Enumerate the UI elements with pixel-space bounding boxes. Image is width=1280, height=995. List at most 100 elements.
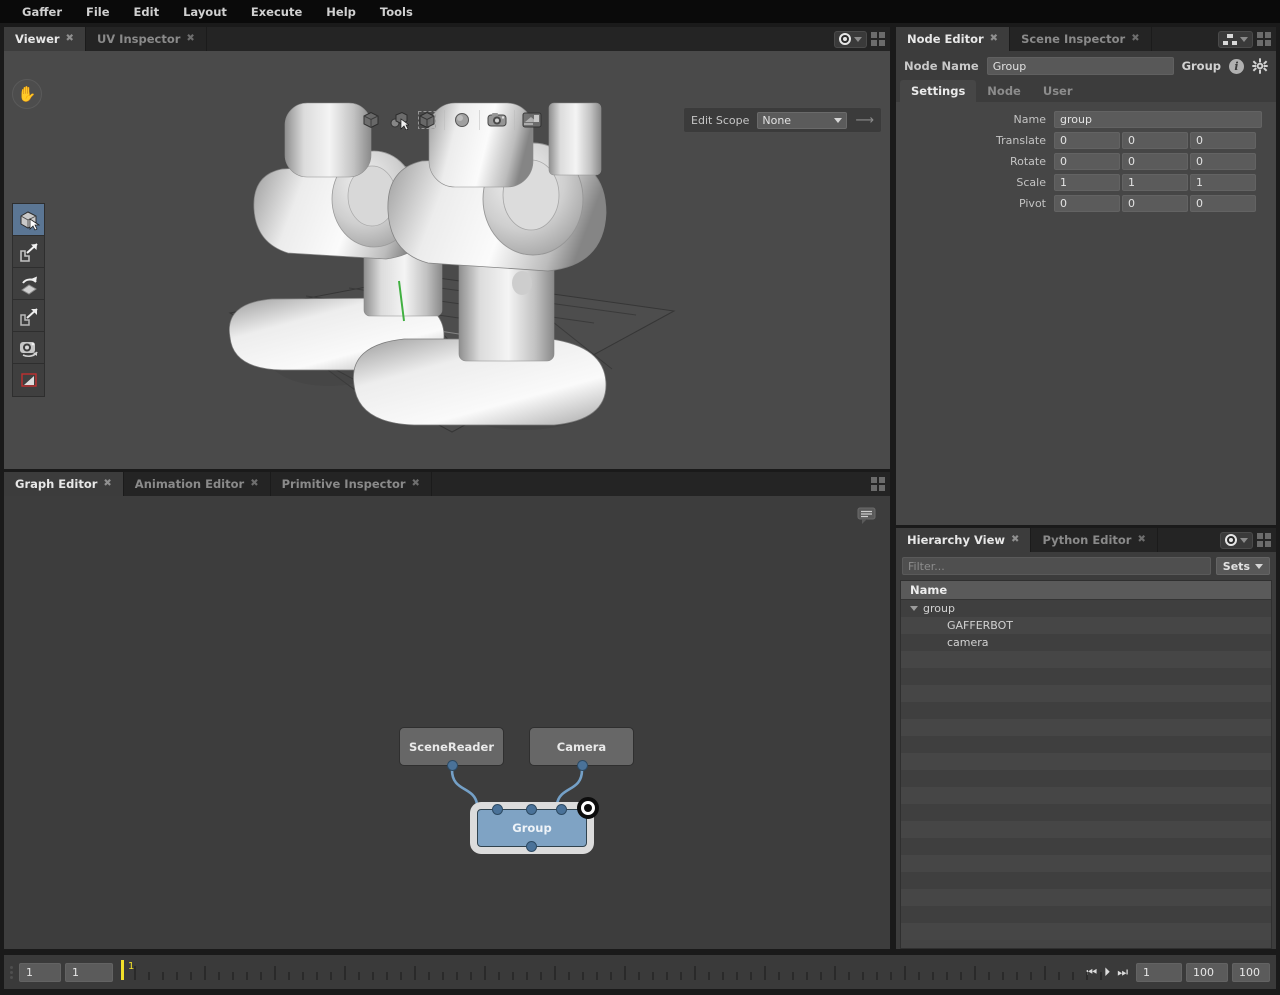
shading-mode-icon[interactable]: [357, 107, 385, 133]
tab-animation-editor[interactable]: Animation Editor ✖: [124, 472, 271, 496]
close-icon[interactable]: ✖: [66, 34, 74, 44]
menu-gaffer[interactable]: Gaffer: [10, 2, 74, 22]
param-input-pivot-z[interactable]: 0: [1190, 195, 1256, 212]
param-input-name[interactable]: group: [1054, 111, 1262, 128]
list-item-label: group: [923, 602, 955, 615]
node-group[interactable]: Group: [470, 802, 594, 854]
chevron-down-icon[interactable]: [1240, 538, 1248, 543]
frame-field[interactable]: 1: [1136, 963, 1182, 982]
node-input-plug-2[interactable]: [556, 804, 567, 815]
node-camera[interactable]: Camera: [529, 727, 634, 766]
layout-grid-icon[interactable]: [1257, 533, 1271, 547]
close-icon[interactable]: ✖: [412, 479, 420, 489]
filter-input[interactable]: Filter...: [902, 557, 1211, 575]
close-icon[interactable]: ✖: [1011, 535, 1019, 545]
lighting-icon[interactable]: [448, 107, 476, 133]
crop-window-tool-icon[interactable]: [13, 364, 44, 396]
param-input-rotate-z[interactable]: 0: [1190, 153, 1256, 170]
end-frame-field[interactable]: 100: [1186, 963, 1228, 982]
bound-display-icon[interactable]: [413, 107, 441, 133]
arrow-right-icon[interactable]: ⟶: [855, 113, 874, 128]
close-icon[interactable]: ✖: [250, 479, 258, 489]
wireframe-overlay-icon[interactable]: [385, 107, 413, 133]
menu-execute[interactable]: Execute: [239, 2, 314, 22]
nodeset-selector-button[interactable]: [834, 31, 867, 48]
subtab-node[interactable]: Node: [976, 80, 1032, 102]
tab-viewer[interactable]: Viewer ✖: [4, 27, 86, 51]
rotate-tool-icon[interactable]: [13, 268, 44, 300]
tab-animation-editor-label: Animation Editor: [135, 477, 244, 491]
tab-primitive-inspector[interactable]: Primitive Inspector ✖: [271, 472, 432, 496]
layout-grid-icon[interactable]: [1257, 32, 1271, 46]
param-input-scale-x[interactable]: 1: [1054, 174, 1120, 191]
chevron-down-icon[interactable]: [910, 606, 918, 611]
param-input-pivot-x[interactable]: 0: [1054, 195, 1120, 212]
param-input-pivot-y[interactable]: 0: [1122, 195, 1188, 212]
layout-grid-icon[interactable]: [871, 32, 885, 46]
chevron-down-icon[interactable]: [854, 37, 862, 42]
list-item[interactable]: GAFFERBOT: [901, 617, 1271, 634]
close-icon[interactable]: ✖: [990, 34, 998, 44]
info-icon[interactable]: i: [1229, 59, 1244, 74]
menu-file[interactable]: File: [74, 2, 122, 22]
timeline-ruler[interactable]: 1: [121, 958, 1078, 986]
layout-grid-icon[interactable]: [871, 477, 885, 491]
annotation-bubble-icon[interactable]: [857, 506, 876, 528]
target-icon: [1225, 534, 1237, 546]
gear-icon[interactable]: [1252, 58, 1268, 74]
param-input-translate-z[interactable]: 0: [1190, 132, 1256, 149]
hierarchy-filter-row: Filter... Sets: [896, 552, 1276, 580]
sets-button[interactable]: Sets: [1216, 557, 1270, 575]
param-input-rotate-y[interactable]: 0: [1122, 153, 1188, 170]
param-input-rotate-x[interactable]: 0: [1054, 153, 1120, 170]
camera-tool-icon[interactable]: [13, 332, 44, 364]
node-input-plug-0[interactable]: [492, 804, 503, 815]
render-pass-icon[interactable]: [518, 107, 546, 133]
subtab-settings[interactable]: Settings: [900, 80, 976, 102]
timeline-current-field[interactable]: 1: [65, 963, 113, 982]
list-item[interactable]: group: [901, 600, 1271, 617]
close-icon[interactable]: ✖: [186, 34, 194, 44]
param-input-translate-x[interactable]: 0: [1054, 132, 1120, 149]
tab-python-editor[interactable]: Python Editor ✖: [1031, 528, 1157, 552]
node-output-plug[interactable]: [447, 760, 458, 771]
tab-node-editor[interactable]: Node Editor ✖: [896, 27, 1010, 51]
node-name-input[interactable]: Group: [987, 57, 1174, 75]
param-input-scale-y[interactable]: 1: [1122, 174, 1188, 191]
hand-pan-icon[interactable]: ✋: [12, 79, 42, 109]
3d-viewport[interactable]: ✋: [4, 51, 890, 469]
menu-help[interactable]: Help: [314, 2, 368, 22]
param-input-scale-z[interactable]: 1: [1190, 174, 1256, 191]
edit-scope-dropdown[interactable]: None: [757, 112, 847, 129]
tab-hierarchy-view[interactable]: Hierarchy View ✖: [896, 528, 1031, 552]
nodeset-selector-button[interactable]: [1220, 532, 1253, 549]
menu-tools[interactable]: Tools: [368, 2, 425, 22]
focus-ring-icon[interactable]: [577, 797, 599, 819]
timeline-start-field[interactable]: 1: [19, 963, 61, 982]
subtab-user[interactable]: User: [1032, 80, 1084, 102]
node-output-plug[interactable]: [526, 841, 537, 852]
close-icon[interactable]: ✖: [1131, 34, 1139, 44]
camera-lock-icon[interactable]: [483, 107, 511, 133]
node-scenereader[interactable]: SceneReader: [399, 727, 504, 766]
close-icon[interactable]: ✖: [1137, 535, 1145, 545]
tab-scene-inspector[interactable]: Scene Inspector ✖: [1010, 27, 1152, 51]
nodeset-mode-button[interactable]: [1218, 31, 1253, 48]
translate-tool-icon[interactable]: [13, 236, 44, 268]
chevron-down-icon[interactable]: [1240, 37, 1248, 42]
node-input-plug-1[interactable]: [526, 804, 537, 815]
viewer-tool-column: ✋: [12, 79, 44, 397]
scale-tool-icon[interactable]: [13, 300, 44, 332]
tab-graph-editor[interactable]: Graph Editor ✖: [4, 472, 124, 496]
range-field[interactable]: 100: [1232, 963, 1270, 982]
drag-handle-icon[interactable]: [10, 966, 13, 979]
menu-edit[interactable]: Edit: [122, 2, 172, 22]
menu-layout[interactable]: Layout: [171, 2, 239, 22]
param-input-translate-y[interactable]: 0: [1122, 132, 1188, 149]
node-output-plug[interactable]: [577, 760, 588, 771]
close-icon[interactable]: ✖: [103, 479, 111, 489]
list-item[interactable]: camera: [901, 634, 1271, 651]
node-graph-canvas[interactable]: SceneReader Camera Group: [4, 496, 890, 949]
tab-uv-inspector[interactable]: UV Inspector ✖: [86, 27, 207, 51]
select-tool-icon[interactable]: [13, 204, 44, 236]
